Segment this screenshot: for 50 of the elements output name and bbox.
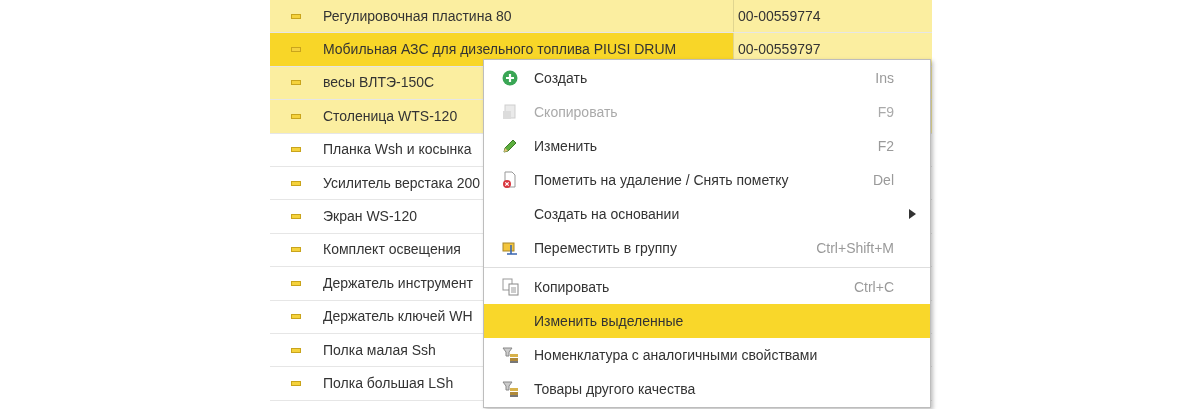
shortcut-text: Ins xyxy=(875,68,894,88)
folder-move-icon xyxy=(502,239,520,257)
item-name: Держатель инструмент xyxy=(323,273,473,293)
menu-item[interactable]: Товары другого качества xyxy=(484,372,930,406)
item-icon xyxy=(291,280,301,286)
shortcut-text: F2 xyxy=(877,136,894,156)
copy-icon xyxy=(502,278,520,296)
menu-item[interactable]: Пометить на удаление / Снять пометку Del xyxy=(484,163,930,197)
item-name: Экран WS-120 xyxy=(323,207,417,227)
item-icon xyxy=(291,247,301,253)
shortcut-text: F9 xyxy=(877,102,894,122)
item-name: весы ВЛТЭ-150С xyxy=(323,73,435,93)
item-code: 00-00559774 xyxy=(738,6,821,26)
item-name: Столеница WTS-120 xyxy=(323,106,458,126)
menu-item[interactable]: Номенклатура с аналогичными свойствами xyxy=(484,338,930,372)
document-icon xyxy=(502,104,518,120)
item-name: Держатель ключей WH xyxy=(323,307,473,327)
menu-item[interactable]: Копировать Ctrl+C xyxy=(484,270,930,304)
item-name: Полка большая LSh xyxy=(323,374,454,393)
item-icon xyxy=(291,314,301,320)
submenu-arrow-icon xyxy=(909,209,916,219)
filter-list-icon xyxy=(502,380,520,398)
item-name: Мобильная АЗС для дизельного топлива PIUSI DRUM xyxy=(323,40,677,60)
item-name: Планка Wsh и косынка xyxy=(323,140,472,160)
shortcut-text: Ctrl+C xyxy=(853,277,894,297)
item-name: Комплект освещения xyxy=(323,240,461,260)
menu-item[interactable]: Изменить F2 xyxy=(484,129,930,163)
item-icon xyxy=(291,381,301,386)
document-delete-icon xyxy=(502,171,518,189)
pencil-icon xyxy=(502,138,518,154)
item-icon xyxy=(291,80,301,86)
item-icon xyxy=(291,347,301,353)
table-row[interactable]: Регулировочная пластина 80 00-00559774 xyxy=(270,0,932,34)
item-icon xyxy=(291,180,301,186)
item-icon xyxy=(291,47,301,53)
item-name: Регулировочная пластина 80 xyxy=(323,6,512,26)
shortcut-text: Ctrl+Shift+M xyxy=(816,238,894,258)
filter-list-icon xyxy=(502,346,520,364)
menu-item[interactable]: Изменить выделенные xyxy=(484,304,930,338)
plus-icon xyxy=(502,70,518,86)
item-name: Полка малая Ssh xyxy=(323,340,436,360)
item-icon xyxy=(291,147,301,153)
item-code: 00-00559797 xyxy=(738,40,821,60)
shortcut-text: Del xyxy=(873,170,894,190)
item-name: Усилитель верстака 200 xyxy=(323,173,481,193)
menu-item[interactable]: Переместить в группу Ctrl+Shift+M xyxy=(484,231,930,265)
menu-item[interactable]: Создать на основании xyxy=(484,197,930,231)
item-icon xyxy=(291,113,301,119)
item-icon xyxy=(291,13,301,19)
item-icon xyxy=(291,214,301,220)
